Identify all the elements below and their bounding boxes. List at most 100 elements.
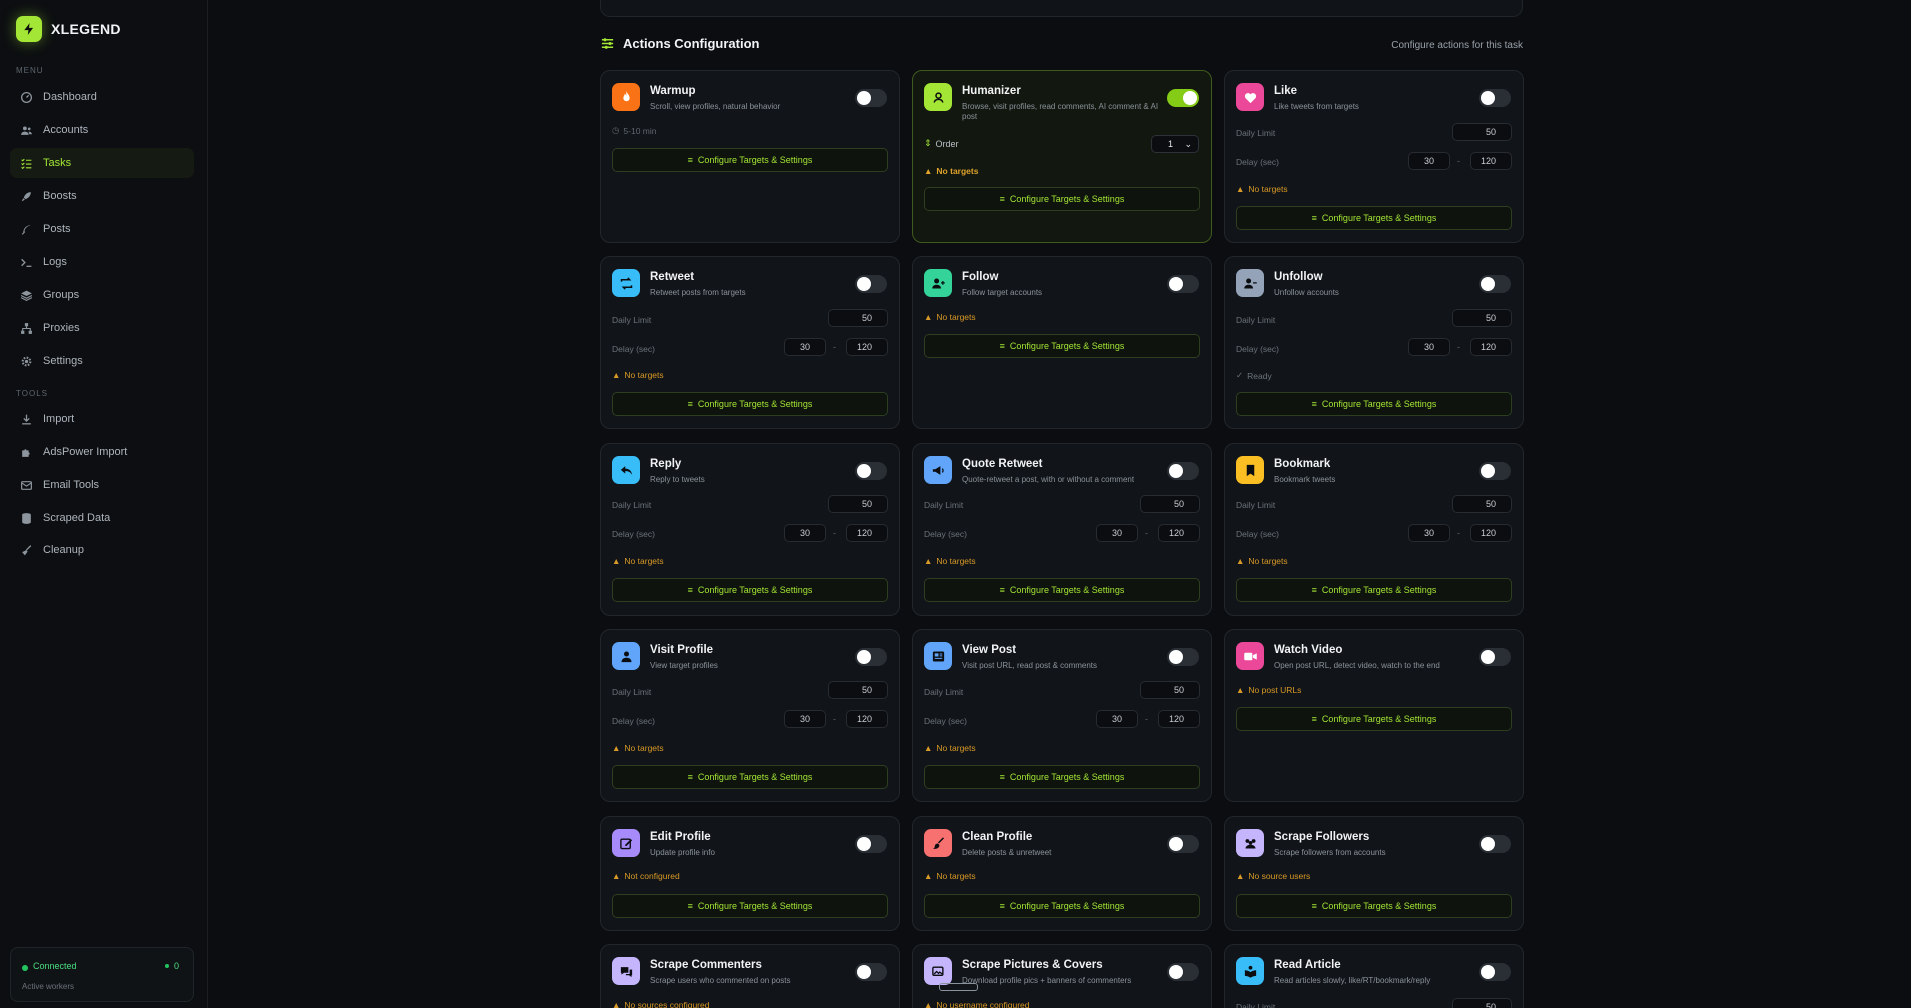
sidebar-item-cleanup[interactable]: Cleanup xyxy=(10,535,194,565)
user-shield-icon xyxy=(924,83,952,111)
delay-min-input[interactable]: 30 xyxy=(1408,338,1450,356)
scrape-pictures-toggle[interactable] xyxy=(1167,963,1199,981)
range-dash: - xyxy=(1457,342,1460,352)
clean-profile-toggle[interactable] xyxy=(1167,835,1199,853)
daily-limit-input[interactable]: 50 xyxy=(1140,681,1200,699)
range-dash: - xyxy=(1145,528,1148,538)
like-toggle[interactable] xyxy=(1479,89,1511,107)
configure-button[interactable]: ≡ Configure Targets & Settings xyxy=(924,894,1200,918)
read-article-toggle[interactable] xyxy=(1479,963,1511,981)
delay-max-input[interactable]: 120 xyxy=(846,524,888,542)
scrape-commenters-toggle[interactable] xyxy=(855,963,887,981)
sidebar-item-label: Accounts xyxy=(43,124,89,136)
delay-label: Delay (sec) xyxy=(1236,529,1279,539)
order-select[interactable]: 1 ⌄ xyxy=(1151,135,1199,153)
sidebar-item-scraped-data[interactable]: Scraped Data xyxy=(10,503,194,533)
configure-button[interactable]: ≡ Configure Targets & Settings xyxy=(612,392,888,416)
delay-min-input[interactable]: 30 xyxy=(784,338,826,356)
delay-max-input[interactable]: 120 xyxy=(1158,524,1200,542)
sidebar-item-import[interactable]: Import xyxy=(10,404,194,434)
configure-button[interactable]: ≡ Configure Targets & Settings xyxy=(612,578,888,602)
sidebar-item-boosts[interactable]: Boosts xyxy=(10,181,194,211)
daily-limit-input[interactable]: 50 xyxy=(1452,309,1512,327)
configure-button[interactable]: ≡ Configure Targets & Settings xyxy=(1236,894,1512,918)
action-card-visit-profile: Visit Profile View target profiles Daily… xyxy=(600,629,900,802)
sidebar-item-posts[interactable]: Posts xyxy=(10,214,194,244)
delay-max-input[interactable]: 120 xyxy=(1470,524,1512,542)
configure-button[interactable]: ≡ Configure Targets & Settings xyxy=(924,334,1200,358)
quote-retweet-toggle[interactable] xyxy=(1167,462,1199,480)
sliders-icon: ≡ xyxy=(999,585,1005,595)
delay-min-input[interactable]: 30 xyxy=(1096,710,1138,728)
daily-limit-input[interactable]: 50 xyxy=(1452,998,1512,1008)
delay-min-input[interactable]: 30 xyxy=(1096,524,1138,542)
follow-toggle[interactable] xyxy=(1167,275,1199,293)
delay-max-input[interactable]: 120 xyxy=(1158,710,1200,728)
sliders-icon: ≡ xyxy=(687,155,693,165)
configure-button[interactable]: ≡ Configure Targets & Settings xyxy=(1236,392,1512,416)
configure-button[interactable]: ≡ Configure Targets & Settings xyxy=(1236,206,1512,230)
configure-button[interactable]: ≡ Configure Targets & Settings xyxy=(612,765,888,789)
humanizer-toggle[interactable] xyxy=(1167,89,1199,107)
edit-profile-toggle[interactable] xyxy=(855,835,887,853)
daily-limit-input[interactable]: 50 xyxy=(828,309,888,327)
card-desc: Scrape users who commented on posts xyxy=(650,976,791,985)
order-label: ⇕ Order xyxy=(924,138,959,149)
sidebar-item-dashboard[interactable]: Dashboard xyxy=(10,82,194,112)
configure-button[interactable]: ≡ Configure Targets & Settings xyxy=(924,187,1200,211)
brand[interactable]: XLEGEND xyxy=(16,16,121,42)
tools-section-label: TOOLS xyxy=(16,389,48,398)
delay-max-input[interactable]: 120 xyxy=(846,710,888,728)
daily-limit-input[interactable]: 50 xyxy=(1452,123,1512,141)
sidebar-item-email-tools[interactable]: Email Tools xyxy=(10,470,194,500)
daily-limit-input[interactable]: 50 xyxy=(828,681,888,699)
delay-min-input[interactable]: 30 xyxy=(1408,152,1450,170)
configure-button[interactable]: ≡ Configure Targets & Settings xyxy=(924,578,1200,602)
delay-max-input[interactable]: 120 xyxy=(1470,338,1512,356)
daily-limit-input[interactable]: 50 xyxy=(1452,495,1512,513)
sliders-icon: ≡ xyxy=(999,772,1005,782)
warmup-toggle[interactable] xyxy=(855,89,887,107)
daily-limit-input[interactable]: 50 xyxy=(1140,495,1200,513)
daily-limit-label: Daily Limit xyxy=(924,500,964,510)
sidebar-item-groups[interactable]: Groups xyxy=(10,280,194,310)
view-post-toggle[interactable] xyxy=(1167,648,1199,666)
sidebar-item-adspower-import[interactable]: AdsPower Import xyxy=(10,437,194,467)
daily-limit-input[interactable]: 50 xyxy=(828,495,888,513)
reply-toggle[interactable] xyxy=(855,462,887,480)
delay-max-input[interactable]: 120 xyxy=(846,338,888,356)
visit-profile-toggle[interactable] xyxy=(855,648,887,666)
connection-status: Connected 0 Active workers xyxy=(10,947,194,1002)
status-warning: ▲ No targets xyxy=(924,871,976,881)
delay-min-input[interactable]: 30 xyxy=(784,524,826,542)
tooltip-remnant xyxy=(939,983,978,991)
configure-button[interactable]: ≡ Configure Targets & Settings xyxy=(1236,707,1512,731)
worker-count: 0 xyxy=(164,961,179,971)
retweet-toggle[interactable] xyxy=(855,275,887,293)
watch-video-toggle[interactable] xyxy=(1479,648,1511,666)
sidebar-item-settings[interactable]: Settings xyxy=(10,346,194,376)
delay-max-input[interactable]: 120 xyxy=(1470,152,1512,170)
configure-button[interactable]: ≡ Configure Targets & Settings xyxy=(612,148,888,172)
delay-min-input[interactable]: 30 xyxy=(784,710,826,728)
sidebar-item-accounts[interactable]: Accounts xyxy=(10,115,194,145)
broom-icon xyxy=(22,544,32,555)
video-icon xyxy=(1236,642,1264,670)
bookmark-toggle[interactable] xyxy=(1479,462,1511,480)
action-card-like: Like Like tweets from targets Daily Limi… xyxy=(1224,70,1524,243)
configure-button[interactable]: ≡ Configure Targets & Settings xyxy=(612,894,888,918)
layers-icon xyxy=(20,290,33,301)
warmup-duration: ◷ 5-10 min xyxy=(612,125,657,136)
sidebar-item-proxies[interactable]: Proxies xyxy=(10,313,194,343)
configure-button[interactable]: ≡ Configure Targets & Settings xyxy=(1236,578,1512,602)
daily-limit-label: Daily Limit xyxy=(1236,128,1276,138)
sidebar-item-label: Tasks xyxy=(43,157,72,169)
sidebar-item-tasks[interactable]: Tasks xyxy=(10,148,194,178)
unfollow-toggle[interactable] xyxy=(1479,275,1511,293)
delay-min-input[interactable]: 30 xyxy=(1408,524,1450,542)
clock-icon: ◷ xyxy=(612,125,620,135)
configure-button[interactable]: ≡ Configure Targets & Settings xyxy=(924,765,1200,789)
sidebar-item-logs[interactable]: Logs xyxy=(10,247,194,277)
scrape-followers-toggle[interactable] xyxy=(1479,835,1511,853)
sliders-icon: ≡ xyxy=(1311,213,1317,223)
